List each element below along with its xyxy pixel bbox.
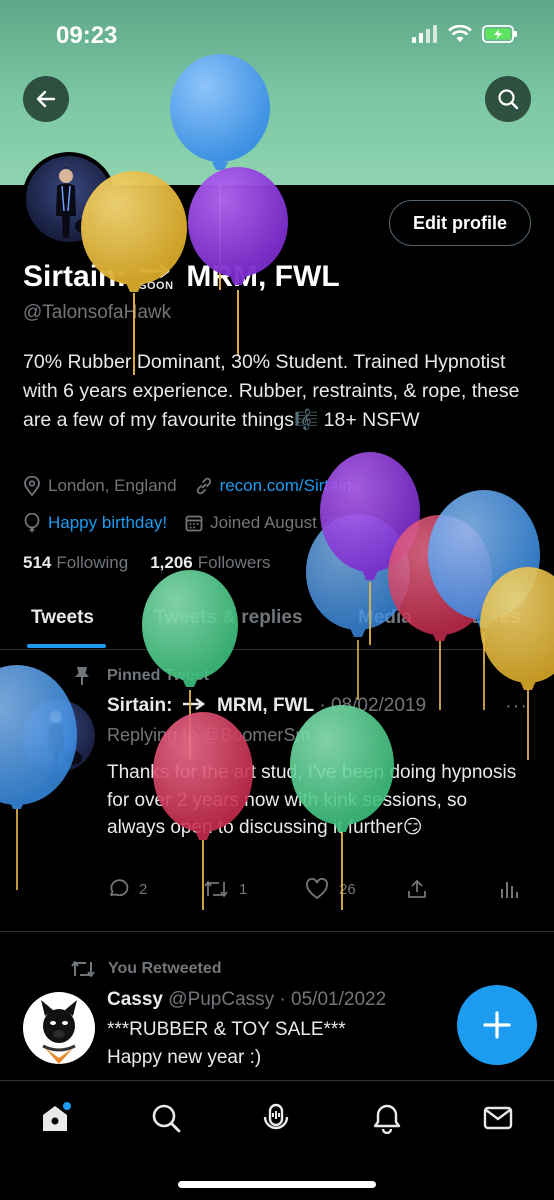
soon-label: SOON	[139, 280, 174, 292]
retweet-count: 1	[239, 880, 248, 898]
search-icon	[498, 89, 519, 110]
tweet-author-name[interactable]: Sirtain:	[107, 695, 172, 716]
tab-tweets-replies[interactable]: Tweets & replies	[154, 607, 303, 629]
follow-stats: 514 Following 1,206 Followers	[23, 553, 270, 573]
retweet-label: You Retweeted	[70, 958, 222, 980]
website-item[interactable]: recon.com/Sirtain	[195, 476, 352, 496]
soon-arrow-icon: SOON	[136, 262, 176, 292]
birthday-item: Happy birthday!	[23, 513, 167, 533]
active-tab-indicator	[27, 644, 106, 648]
messages-icon	[483, 1106, 513, 1130]
joined-text: Joined August 2009	[210, 513, 360, 532]
replying-to[interactable]: Replying to @BoomerSm	[107, 725, 310, 746]
retweet-text-line-2: Happy new year :)	[107, 1047, 262, 1068]
status-icons	[412, 24, 518, 44]
signal-icon	[412, 25, 437, 43]
following-count: 514	[23, 553, 52, 572]
retweet-label-text: You Retweeted	[108, 960, 222, 977]
location-item: London, England	[23, 476, 177, 496]
profile-meta-row-1: London, England recon.com/Sirtain	[23, 476, 370, 496]
retweet-text-line-1: ***RUBBER & TOY SALE***	[107, 1019, 346, 1040]
tweet-author-avatar[interactable]	[23, 700, 95, 772]
tweet-author-suffix: MRM, FWL	[217, 695, 315, 716]
more-options-icon[interactable]: ···	[505, 695, 528, 718]
nav-search[interactable]	[149, 1101, 183, 1135]
search-icon	[152, 1104, 181, 1133]
analytics-icon	[501, 882, 518, 898]
status-bar: 09:23	[0, 0, 554, 70]
following-link[interactable]: 514 Following	[23, 553, 128, 573]
location-text: London, England	[48, 476, 177, 495]
retweet-handle-date: @PupCassy · 05/01/2022	[168, 989, 387, 1010]
notifications-icon	[373, 1104, 401, 1134]
display-name-part2: MRM, FWL	[186, 260, 340, 293]
search-button[interactable]	[485, 76, 531, 122]
compose-tweet-button[interactable]	[457, 985, 537, 1065]
followers-count: 1,206	[150, 553, 193, 572]
calendar-icon	[185, 515, 203, 532]
retweet-action[interactable]: 1	[203, 878, 247, 900]
share-icon	[408, 880, 426, 898]
back-button[interactable]	[23, 76, 69, 122]
spaces-icon	[263, 1103, 289, 1130]
profile-avatar[interactable]	[22, 152, 116, 246]
heart-icon	[306, 878, 328, 900]
followers-link[interactable]: 1,206 Followers	[150, 553, 270, 573]
display-name-part1: Sirtain:	[23, 260, 127, 293]
home-indicator	[178, 1181, 376, 1188]
following-label: Following	[56, 553, 129, 572]
reply-count: 2	[139, 880, 148, 898]
tab-media[interactable]: Media	[358, 607, 412, 629]
nav-notifications[interactable]	[370, 1101, 404, 1135]
arrow-left-icon	[36, 90, 56, 108]
balloon-blue-left	[0, 665, 77, 890]
retweet-author-name[interactable]: Cassy	[107, 989, 163, 1010]
cassy-avatar[interactable]	[23, 992, 95, 1064]
profile-meta-row-2: Happy birthday! Joined August 2009	[23, 513, 377, 533]
tweet-header: Sirtain: MRM, FWL · 08/02/2019	[107, 695, 426, 717]
tweet-actions: 2 1 26	[107, 878, 527, 908]
share-action[interactable]	[406, 878, 428, 900]
avatar-image	[56, 167, 97, 238]
tweet-text: Thanks for the art stud, I've been doing…	[107, 762, 517, 838]
reply-icon	[110, 879, 129, 897]
birthday-text: Happy birthday!	[48, 513, 168, 532]
profile-bio: 70% Rubber Dominant, 30% Student. Traine…	[23, 351, 520, 431]
profile-handle: @TalonsofaHawk	[23, 302, 172, 323]
home-icon	[43, 1102, 71, 1131]
pin-icon	[75, 667, 89, 685]
retweet-icon	[204, 881, 228, 897]
link-icon	[196, 477, 211, 495]
soon-arrow-icon	[182, 698, 205, 710]
status-time: 09:23	[56, 22, 118, 49]
nav-spaces[interactable]	[259, 1101, 293, 1135]
battery-icon	[482, 25, 517, 43]
nav-messages[interactable]	[481, 1101, 515, 1135]
like-count: 26	[339, 880, 356, 898]
retweet-text: ***RUBBER & TOY SALE*** Happy new year :…	[107, 1016, 346, 1072]
tweet-date: · 08/02/2019	[319, 695, 427, 716]
edit-profile-button[interactable]: Edit profile	[389, 200, 531, 246]
followers-label: Followers	[197, 553, 271, 572]
tab-likes[interactable]: Likes	[472, 607, 521, 629]
reply-action[interactable]: 2	[107, 878, 147, 900]
pinned-label-text: Pinned Tweet	[107, 667, 209, 684]
retweet-icon	[71, 961, 95, 977]
pinned-label: Pinned Tweet	[73, 666, 209, 686]
plus-icon	[483, 1011, 511, 1039]
location-pin-icon	[24, 476, 40, 496]
website-link[interactable]: recon.com/Sirtain	[220, 476, 352, 496]
wifi-icon	[448, 25, 472, 42]
profile-tabs: Tweets Tweets & replies Media Likes	[0, 590, 554, 650]
analytics-action[interactable]	[499, 878, 519, 900]
display-name: Sirtain: SOON MRM, FWL	[23, 260, 340, 294]
nav-home[interactable]	[38, 1101, 72, 1135]
like-action[interactable]: 26	[305, 878, 356, 900]
retweet-header: Cassy @PupCassy · 05/01/2022	[107, 989, 386, 1011]
joined-item: Joined August 2009	[185, 513, 359, 533]
tweet-divider	[0, 931, 554, 932]
tab-tweets[interactable]: Tweets	[31, 607, 94, 629]
balloon-icon	[24, 513, 40, 533]
